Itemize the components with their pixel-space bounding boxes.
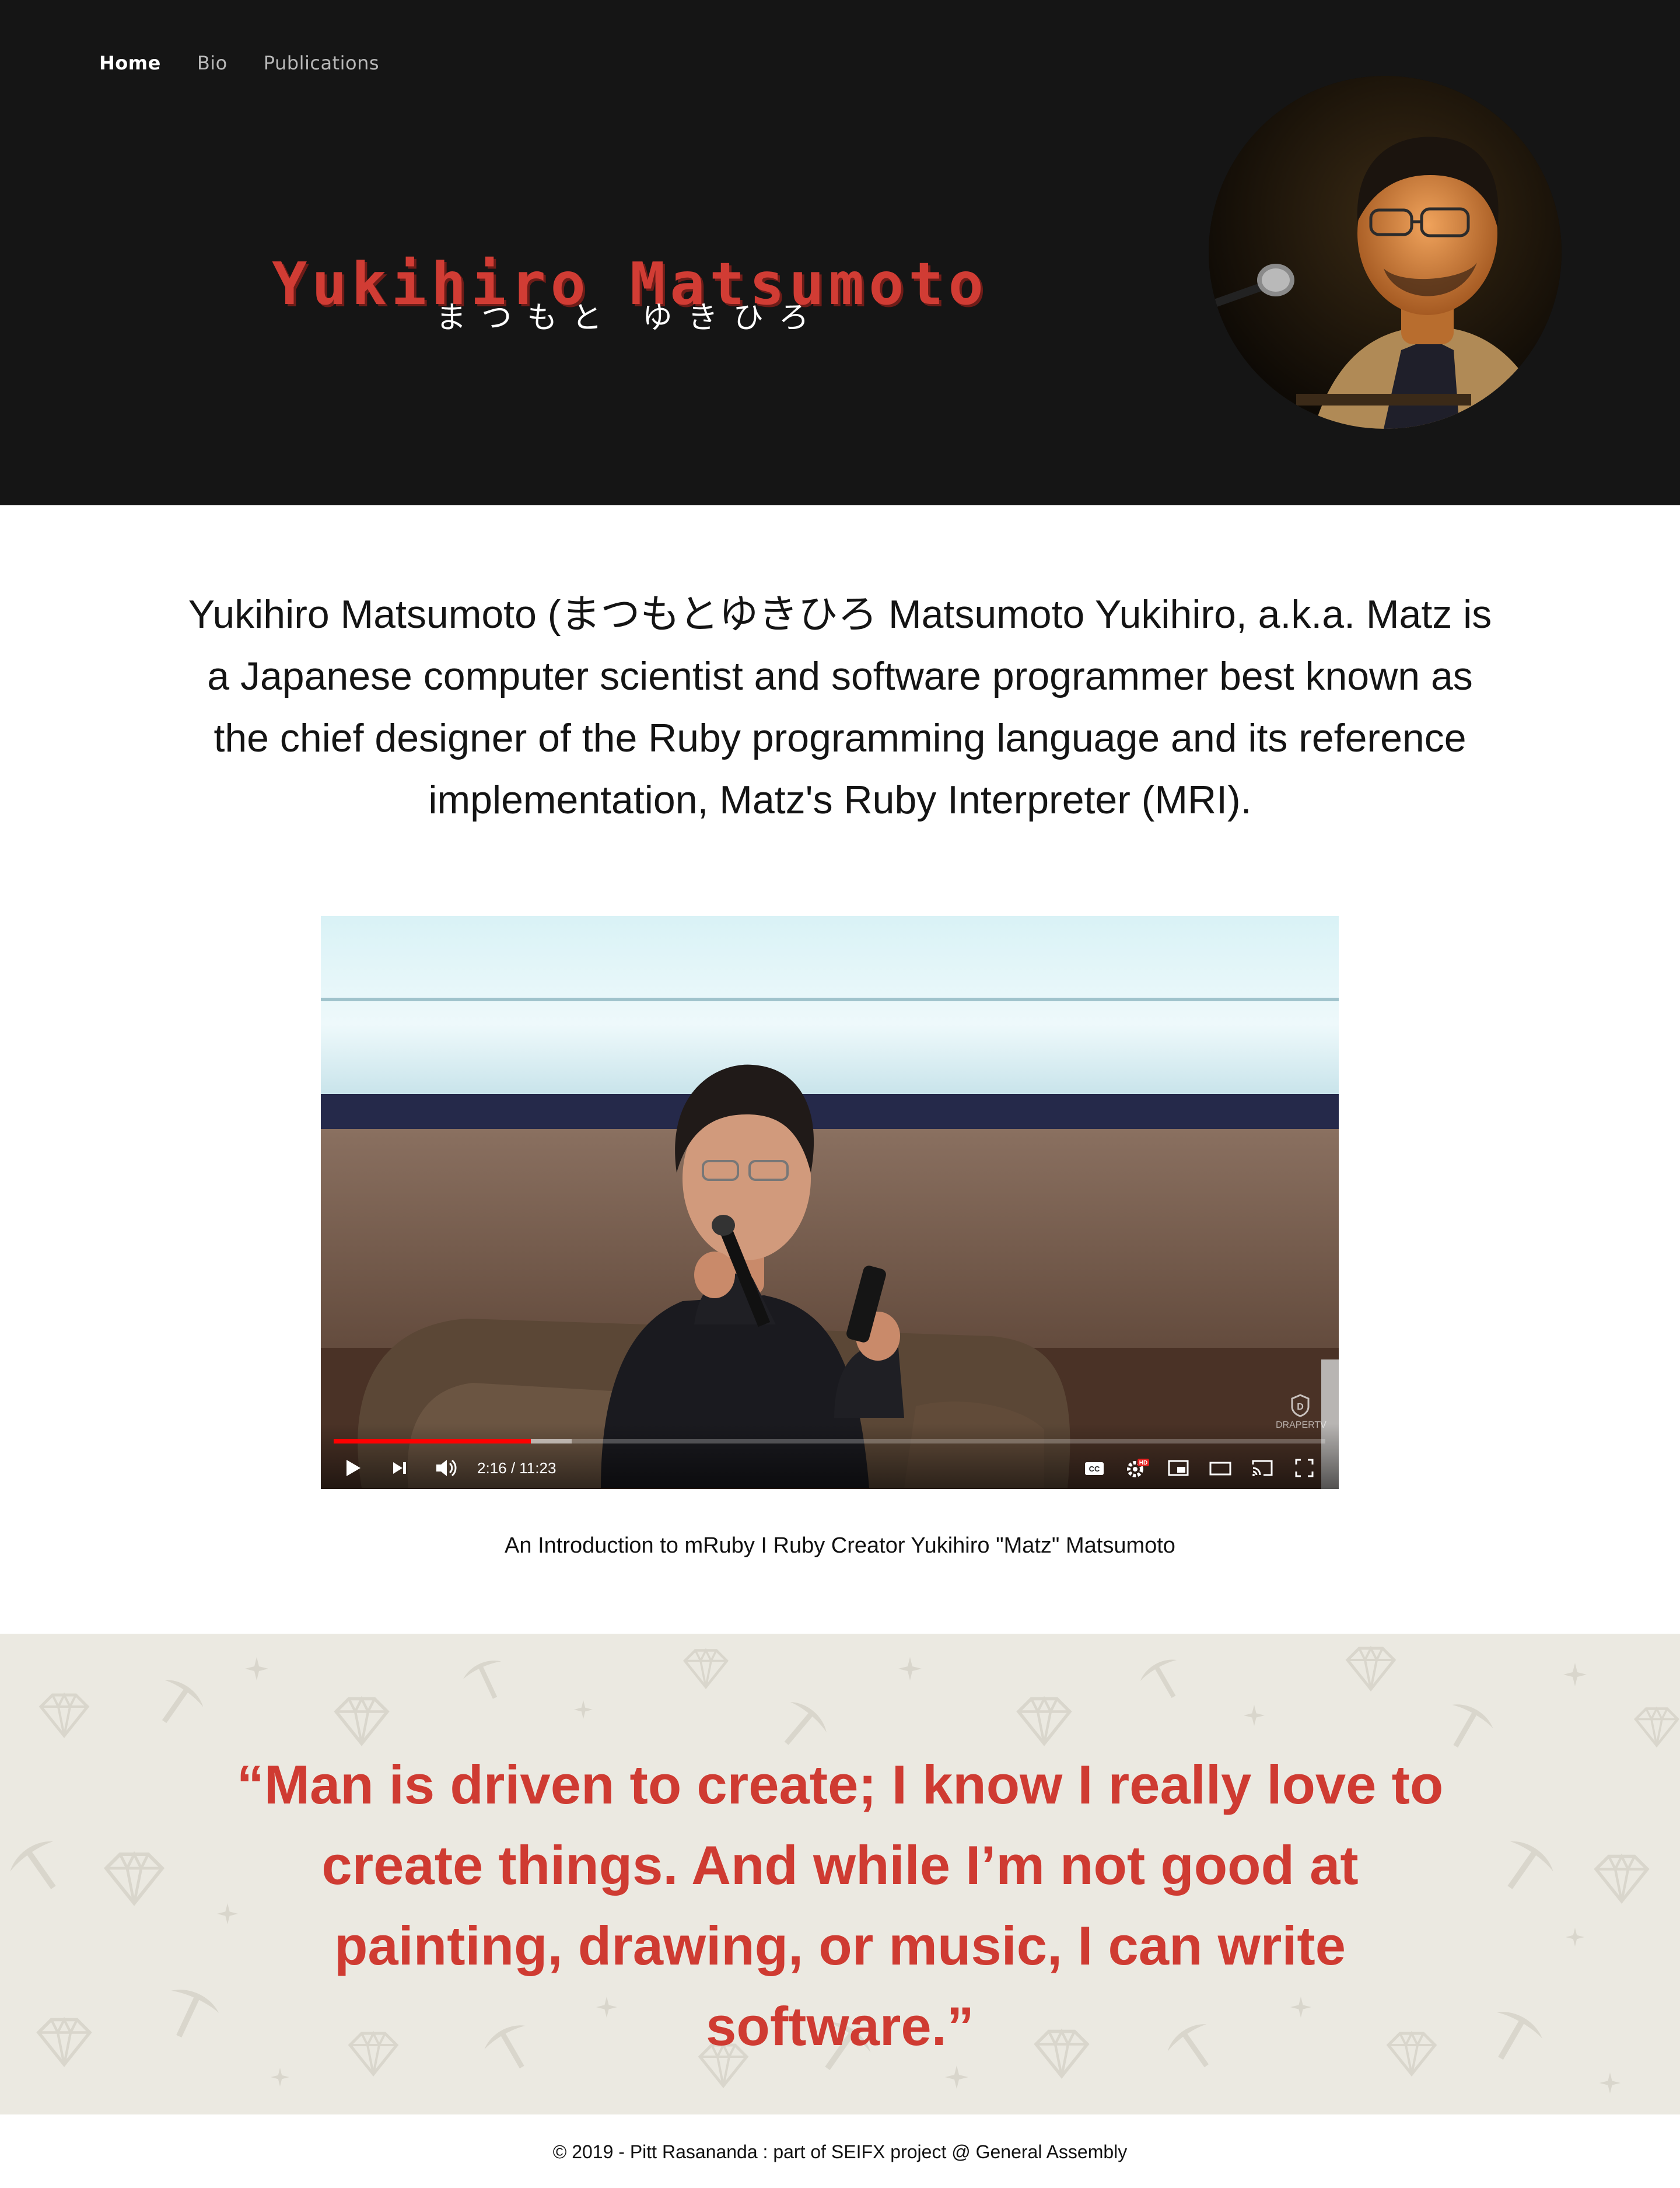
settings-hd-badge: HD (1139, 1460, 1147, 1466)
video-progress-bar[interactable] (334, 1439, 1325, 1443)
pickaxe-icon (1497, 2012, 1542, 2060)
video-frame (321, 916, 1339, 1489)
portrait-avatar (1209, 76, 1562, 429)
watermark-text: DRAPERTV (1276, 1420, 1326, 1430)
play-icon (346, 1460, 360, 1476)
video-player[interactable]: D DRAPERTV 2:16 / 11:23 CC HD (321, 916, 1339, 1489)
sparkle-icon (574, 1700, 593, 1719)
portrait-image (1209, 76, 1562, 429)
watermark-logo: D DRAPERTV (1276, 1394, 1326, 1431)
miniplayer-button[interactable] (1164, 1454, 1192, 1482)
ruby-gem-icon (1016, 1696, 1072, 1746)
next-icon (393, 1462, 406, 1474)
main-nav: Home Bio Publications (99, 51, 415, 75)
site-header: Home Bio Publications Yukihiro Matsumoto… (0, 0, 1680, 505)
progress-played (334, 1439, 531, 1443)
quote-section: “Man is driven to create; I know I reall… (0, 1634, 1680, 2114)
featured-quote: “Man is driven to create; I know I reall… (236, 1754, 1444, 2057)
video-caption: An Introduction to mRuby I Ruby Creator … (505, 1533, 1175, 1558)
volume-button[interactable] (432, 1454, 460, 1482)
fullscreen-icon (1295, 1459, 1314, 1477)
pickaxe-icon (1140, 1659, 1177, 1698)
volume-icon (436, 1459, 457, 1477)
ruby-gem-icon (334, 1696, 390, 1746)
pickaxe-icon (10, 1841, 56, 1889)
settings-button[interactable]: HD (1122, 1454, 1150, 1482)
miniplayer-icon (1168, 1460, 1189, 1476)
svg-text:D: D (1297, 1402, 1304, 1412)
video-controls: 2:16 / 11:23 CC HD (321, 1436, 1339, 1489)
ruby-gem-icon (1633, 1706, 1680, 1748)
nav-link-home[interactable]: Home (99, 51, 161, 75)
sparkle-icon (1566, 1928, 1584, 1946)
pickaxe-icon (1507, 1841, 1553, 1889)
theater-mode-button[interactable] (1206, 1454, 1234, 1482)
ruby-gem-icon (682, 1648, 729, 1690)
captions-label: CC (1089, 1465, 1100, 1473)
nav-link-publications[interactable]: Publications (264, 51, 379, 75)
ruby-gem-icon (1345, 1645, 1396, 1692)
sparkle-icon (271, 2068, 289, 2086)
video-time-display: 2:16 / 11:23 (477, 1459, 556, 1477)
next-button[interactable] (385, 1454, 413, 1482)
sparkle-icon (1563, 1663, 1587, 1686)
fullscreen-button[interactable] (1290, 1454, 1318, 1482)
pickaxe-icon (171, 1990, 219, 2037)
sparkle-icon (898, 1657, 922, 1680)
nav-link-bio[interactable]: Bio (197, 51, 228, 75)
captions-icon: CC (1085, 1462, 1104, 1475)
drapertv-logo-icon: D (1291, 1394, 1310, 1417)
theater-icon (1209, 1462, 1231, 1476)
page-subtitle: まつもと ゆきひろ (436, 300, 824, 335)
site-footer: © 2019 - Pitt Rasananda : part of SEIFX … (552, 2141, 1128, 2162)
sparkle-icon (1600, 2072, 1620, 2093)
pickaxe-icon (463, 1661, 502, 1699)
sparkle-icon (245, 1657, 268, 1680)
pickaxe-icon (162, 1680, 204, 1724)
cast-icon (1252, 1460, 1273, 1476)
ruby-gem-icon (36, 2016, 92, 2067)
ruby-gem-icon (38, 1692, 90, 1739)
sparkle-icon (945, 2065, 968, 2089)
settings-icon: HD (1127, 1459, 1149, 1477)
captions-button[interactable]: CC (1080, 1454, 1108, 1482)
intro-paragraph: Yukihiro Matsumoto (まつもとゆきひろ Matsumoto Y… (188, 592, 1492, 822)
sparkle-icon (1244, 1705, 1265, 1726)
cast-button[interactable] (1248, 1454, 1276, 1482)
ruby-gem-icon (103, 1851, 165, 1906)
ruby-gem-icon (1594, 1853, 1650, 1904)
play-button[interactable] (338, 1454, 366, 1482)
